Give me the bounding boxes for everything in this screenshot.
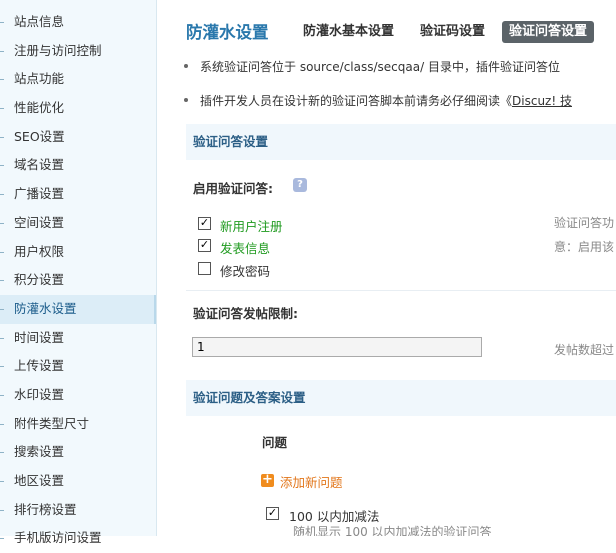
option-password-label: 修改密码 — [220, 264, 271, 279]
add-question-link[interactable]: 添加新问题 — [280, 472, 343, 491]
tab-next[interactable]: 验 — [611, 21, 616, 43]
help-icon[interactable]: ? — [293, 178, 307, 192]
sidebar-item[interactable]: 地区设置 — [0, 467, 156, 496]
sidebar-item[interactable]: 广播设置 — [0, 180, 156, 209]
col-question-header: 问题 — [262, 435, 288, 450]
tab-basic-settings[interactable]: 防灌水基本设置 — [296, 21, 401, 43]
main-content: 防灌水设置 防灌水基本设置 验证码设置 验证问答设置 验 系统验证问答位于 so… — [172, 0, 616, 536]
sidebar-list: 站点信息 注册与访问控制 站点功能 性能优化 SEO设置 域名设置 广播设置 空间设置 用户权限… — [0, 8, 156, 553]
add-icon[interactable]: + — [261, 473, 274, 487]
sidebar-item[interactable]: SEO设置 — [0, 123, 156, 152]
sidebar-item[interactable]: 站点信息 — [0, 8, 156, 37]
enable-qa-label: 启用验证问答: — [193, 181, 273, 196]
sidebar-item[interactable]: 注册与访问控制 — [0, 37, 156, 66]
sidebar-item[interactable]: 性能优化 — [0, 94, 156, 123]
sidebar-item[interactable]: 排行榜设置 — [0, 496, 156, 525]
sidebar-item[interactable]: 积分设置 — [0, 266, 156, 295]
checkbox-password[interactable] — [198, 262, 211, 275]
sidebar-item[interactable]: 附件类型尺寸 — [0, 410, 156, 439]
sidebar: 站点信息 注册与访问控制 站点功能 性能优化 SEO设置 域名设置 广播设置 空间设置 用户权限… — [0, 0, 157, 545]
sidebar-item[interactable]: 手机版访问设置 — [0, 524, 156, 553]
divider — [186, 290, 616, 291]
qa-desc-line2: 意：启用该 — [554, 240, 615, 254]
notice-developer-text: 插件开发人员在设计新的验证问答脚本前请务必仔细阅读《 — [200, 94, 513, 108]
sidebar-item[interactable]: 时间设置 — [0, 324, 156, 353]
sidebar-item[interactable]: 防灌水设置 — [0, 294, 156, 324]
sidebar-item[interactable]: 空间设置 — [0, 209, 156, 238]
section-questions: 验证问题及答案设置 — [186, 380, 616, 416]
page-title: 防灌水设置 — [186, 23, 269, 42]
sidebar-item[interactable]: 搜索设置 — [0, 438, 156, 467]
checkbox-question-1[interactable]: ✓ — [266, 507, 279, 520]
tab-qa-settings[interactable]: 验证问答设置 — [502, 21, 595, 43]
notice-developer: 插件开发人员在设计新的验证问答脚本前请务必仔细阅读《Discuz! 技 — [184, 92, 572, 109]
qa-desc-line1: 验证问答功 — [554, 216, 615, 230]
section-qa-settings: 验证问答设置 — [186, 124, 616, 160]
sidebar-item[interactable]: 域名设置 — [0, 151, 156, 180]
sidebar-item[interactable]: 用户权限 — [0, 238, 156, 267]
checkbox-register[interactable]: ✓ — [198, 217, 211, 230]
notice-secqaa-location: 系统验证问答位于 source/class/secqaa/ 目录中，插件验证问答… — [184, 60, 560, 74]
tab-captcha-settings[interactable]: 验证码设置 — [413, 21, 492, 43]
sidebar-item[interactable]: 水印设置 — [0, 381, 156, 410]
discuz-doc-link[interactable]: Discuz! 技 — [512, 94, 572, 108]
question-1-desc: 随机显示 100 以内加减法的验证问答 — [293, 525, 492, 536]
option-post-label: 发表信息 — [220, 241, 271, 256]
sidebar-item[interactable]: 上传设置 — [0, 352, 156, 381]
checkbox-post[interactable]: ✓ — [198, 239, 211, 252]
limit-desc: 发帖数超过 — [554, 343, 615, 357]
header: 防灌水设置 防灌水基本设置 验证码设置 验证问答设置 验 — [186, 16, 616, 44]
sidebar-item[interactable]: 站点功能 — [0, 65, 156, 94]
limit-label: 验证问答发帖限制: — [193, 306, 298, 321]
option-register-label: 新用户注册 — [220, 219, 283, 234]
limit-input[interactable] — [192, 337, 482, 357]
